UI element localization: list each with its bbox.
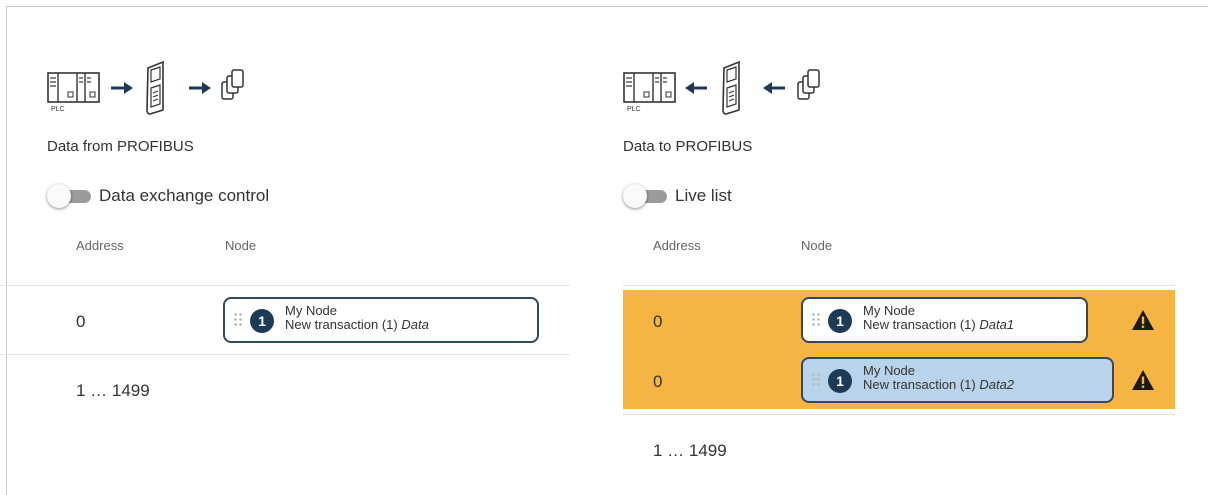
arrow-icon [189, 82, 211, 94]
plc-label: PLC [51, 106, 65, 113]
address-value: 0 [76, 312, 86, 331]
drag-handle-icon[interactable] [811, 312, 821, 328]
node-column-header: Node [225, 238, 257, 253]
node-name: My Node [863, 303, 916, 318]
data-name-label: Data1 [979, 317, 1015, 332]
node-card-selected[interactable]: 1 My Node New transaction (1) Data2 [801, 357, 1114, 403]
warning-icon [1132, 370, 1154, 390]
transaction-name: New transaction (1) [285, 317, 398, 332]
section-title: Data from PROFIBUS [47, 138, 194, 155]
drag-handle-icon[interactable] [233, 312, 243, 328]
data-exchange-control-toggle[interactable]: Data exchange control [47, 183, 269, 209]
gateway-icon [722, 60, 740, 115]
toggle-switch[interactable] [47, 183, 91, 209]
arrow-icon [111, 82, 133, 94]
node-name: My Node [285, 303, 338, 318]
warning-icon [1132, 310, 1154, 330]
address-value: 0 [653, 372, 663, 391]
toggle-label: Data exchange control [99, 186, 270, 205]
divider [623, 285, 1175, 286]
node-column-header: Node [801, 238, 833, 253]
gateway-icon [146, 60, 164, 115]
plc-icon: PLC [47, 72, 100, 113]
toggle-label: Live list [675, 186, 732, 205]
divider [0, 285, 570, 286]
node-number-badge: 1 [828, 309, 852, 333]
node-number-badge: 1 [828, 369, 852, 393]
address-range: 1 … 1499 [653, 441, 727, 460]
transaction-name: New transaction (1) [863, 377, 976, 392]
node-card[interactable]: 1 My Node New transaction (1) Data1 [801, 297, 1088, 343]
plc-label: PLC [627, 106, 641, 113]
divider [623, 414, 1175, 415]
address-column-header: Address [653, 238, 701, 253]
data-pages-icon [221, 69, 244, 100]
section-title: Data to PROFIBUS [623, 138, 753, 155]
data-flow-diagram: PLC [47, 60, 244, 115]
data-flow-diagram: PLC [623, 60, 820, 115]
address-column-header: Address [76, 238, 124, 253]
data-name-label: Data2 [979, 377, 1015, 392]
transaction-name: New transaction (1) [863, 317, 976, 332]
address-range: 1 … 1499 [76, 381, 150, 400]
node-number-badge: 1 [250, 309, 274, 333]
data-name-label: Data [401, 317, 429, 332]
address-value: 0 [653, 312, 663, 331]
drag-handle-icon[interactable] [811, 372, 821, 388]
arrow-icon [763, 82, 785, 94]
arrow-icon [685, 82, 707, 94]
divider [0, 354, 570, 355]
data-pages-icon [797, 69, 820, 100]
toggle-switch[interactable] [623, 183, 667, 209]
live-list-toggle[interactable]: Live list [623, 183, 732, 209]
plc-icon: PLC [623, 72, 676, 113]
node-card[interactable]: 1 My Node New transaction (1) Data [223, 297, 539, 343]
node-name: My Node [863, 363, 916, 378]
